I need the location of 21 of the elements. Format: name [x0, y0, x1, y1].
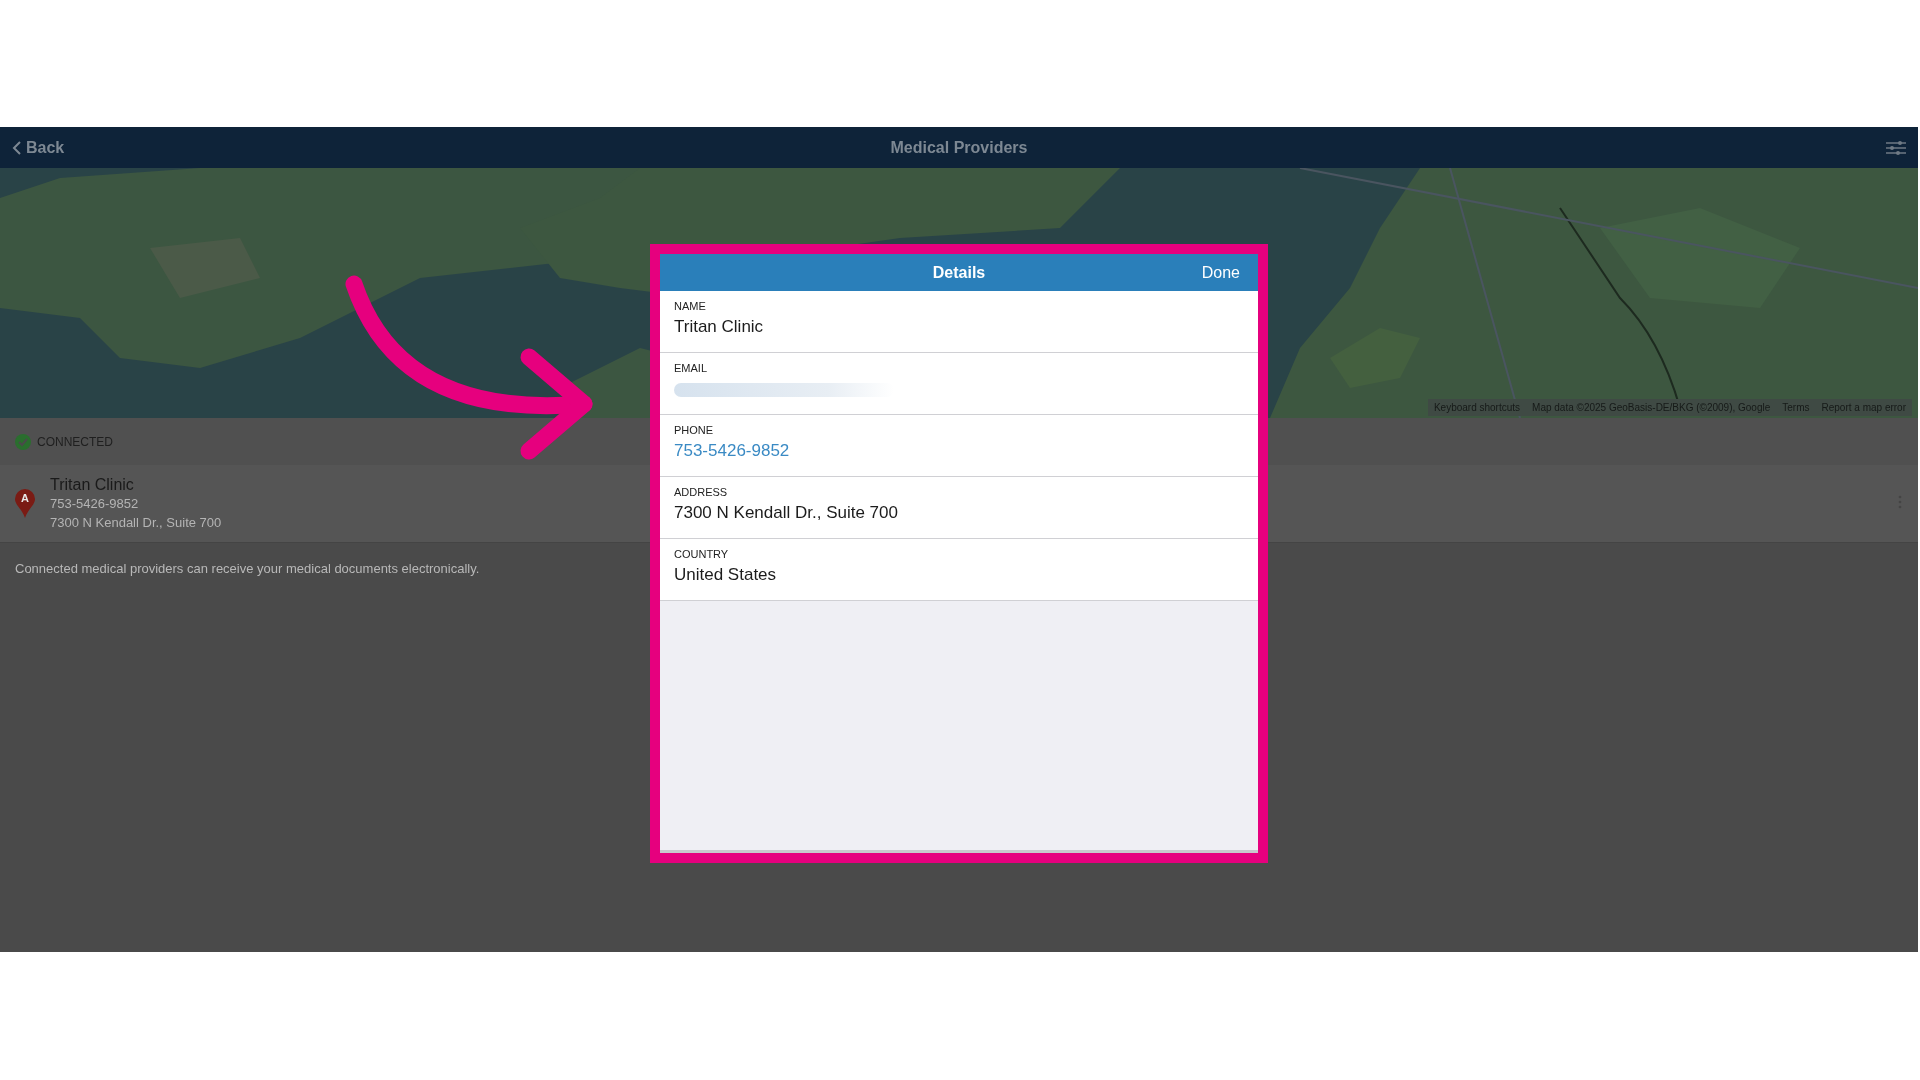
field-label: PHONE — [674, 424, 715, 437]
field-label: EMAIL — [674, 362, 708, 375]
chevron-left-icon — [12, 139, 22, 156]
field-label: NAME — [674, 300, 707, 313]
phone-link[interactable]: 753-5426-9852 — [674, 440, 790, 462]
field-value: 7300 N Kendall Dr., Suite 700 — [674, 502, 899, 524]
page-title: Medical Providers — [890, 138, 1028, 156]
back-button[interactable]: Back — [12, 135, 65, 160]
field-label: COUNTRY — [674, 548, 730, 561]
field-label: ADDRESS — [674, 486, 729, 499]
provider-address: 7300 N Kendall Dr., Suite 700 — [50, 514, 222, 532]
field-value: United States — [674, 564, 778, 586]
marker-letter: A — [21, 491, 29, 504]
sliders-icon[interactable] — [1886, 139, 1906, 156]
info-text: Connected medical providers can receive your medical documents electronically. — [15, 560, 480, 578]
dialog-title: Details — [932, 262, 986, 283]
provider-phone: 753-5426-9852 — [50, 495, 140, 513]
field-value: Tritan Clinic — [674, 316, 765, 338]
provider-name: Tritan Clinic — [50, 475, 135, 494]
map-pin-icon — [14, 488, 36, 519]
done-button[interactable]: Done — [1197, 259, 1244, 287]
